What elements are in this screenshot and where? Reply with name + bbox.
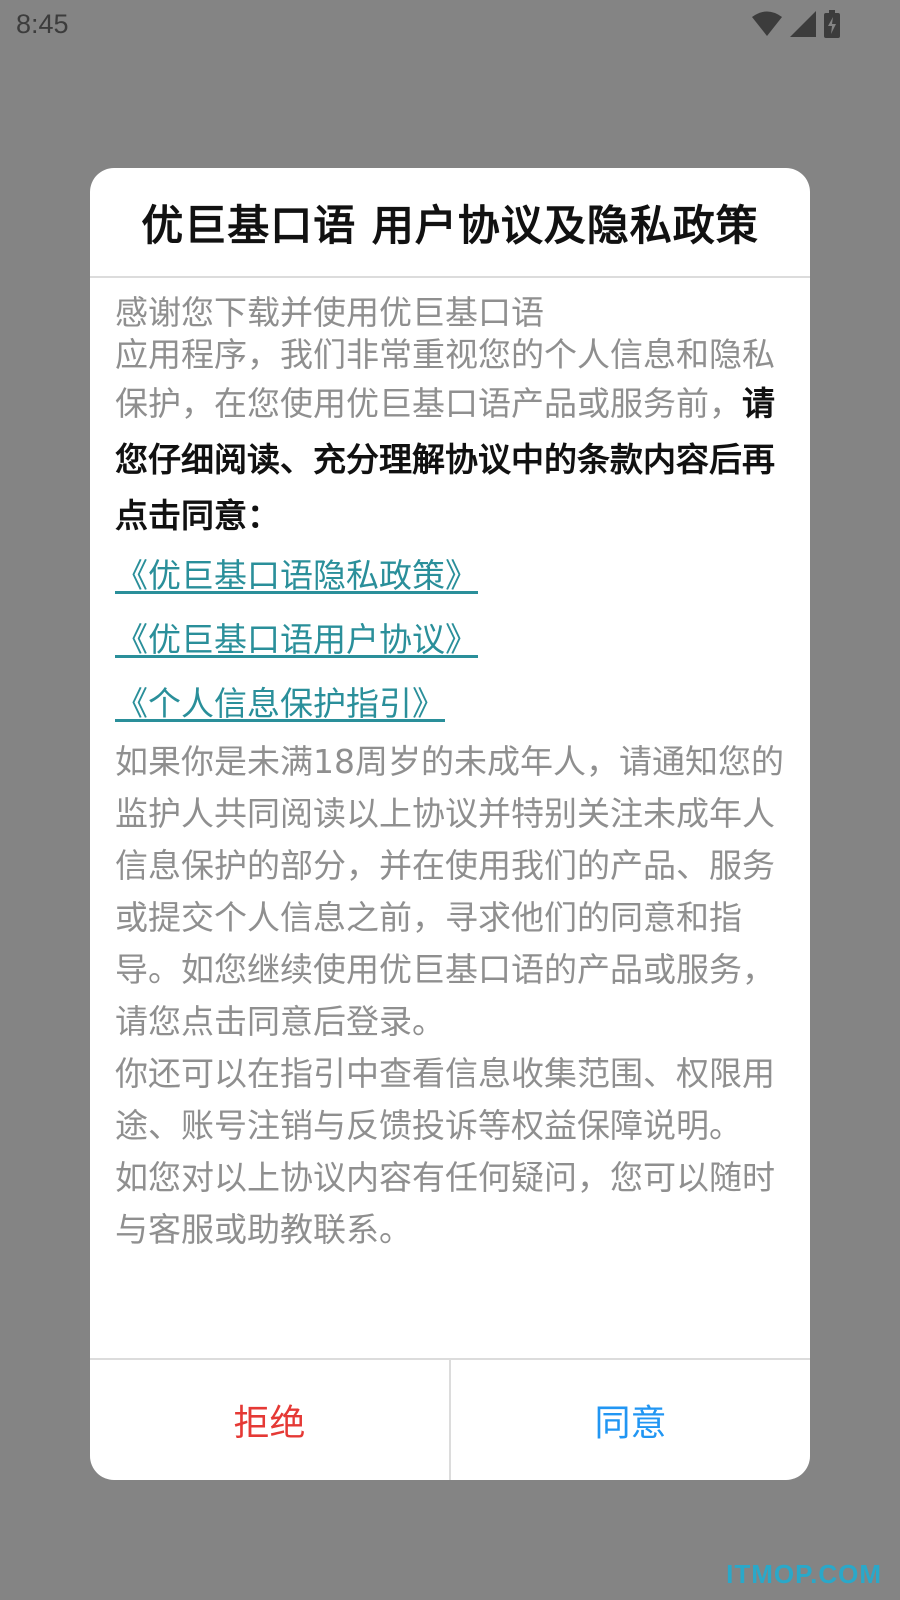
minor-notice-paragraph: 如果你是未满18周岁的未成年人，请通知您的监护人共同阅读以上协议并特别关注未成年… <box>115 742 784 1041</box>
cellular-signal-icon <box>790 11 816 41</box>
dialog-button-bar: 拒绝 同意 <box>90 1358 810 1480</box>
user-agreement-link[interactable]: 《优巨基口语用户协议》 <box>115 620 478 659</box>
privacy-dialog: 优巨基口语 用户协议及隐私政策 感谢您下载并使用优巨基口语 应用程序，我们非常重… <box>90 168 810 1480</box>
link-row-privacy-policy: 《优巨基口语隐私政策》 <box>115 544 787 608</box>
privacy-policy-link[interactable]: 《优巨基口语隐私政策》 <box>115 556 478 595</box>
battery-charging-icon <box>824 10 840 42</box>
intro-text: 感谢您下载并使用优巨基口语 应用程序，我们非常重视您的个人信息和隐私保护，在您使… <box>115 292 787 544</box>
title-divider <box>90 276 810 278</box>
intro-line-2: 应用程序，我们非常重视您的个人信息和隐私保护，在您使用优巨基口语产品或服务前， <box>115 335 775 423</box>
link-row-personal-info-guide: 《个人信息保护指引》 <box>115 672 787 736</box>
dialog-title: 优巨基口语 用户协议及隐私政策 <box>141 200 759 250</box>
screen: 8:45 优巨基口语 用户协议及隐私政策 感谢您下载并使用优巨基口语 应用程序，… <box>0 0 900 1600</box>
watermark: ITMOP.COM <box>726 1559 882 1589</box>
rights-paragraph: 你还可以在指引中查看信息收集范围、权限用途、账号注销与反馈投诉等权益保障说明。 <box>115 1054 775 1145</box>
dialog-body: 感谢您下载并使用优巨基口语 应用程序，我们非常重视您的个人信息和隐私保护，在您使… <box>115 292 787 1256</box>
status-time: 8:45 <box>16 9 69 39</box>
intro-line-1: 感谢您下载并使用优巨基口语 <box>115 293 544 332</box>
wifi-icon <box>752 11 782 41</box>
personal-info-guide-link[interactable]: 《个人信息保护指引》 <box>115 684 445 723</box>
status-icons <box>752 10 840 42</box>
link-row-user-agreement: 《优巨基口语用户协议》 <box>115 608 787 672</box>
contact-paragraph: 如您对以上协议内容有任何疑问，您可以随时与客服或助教联系。 <box>115 1158 775 1249</box>
agree-button[interactable]: 同意 <box>451 1360 810 1480</box>
reject-button[interactable]: 拒绝 <box>90 1360 451 1480</box>
status-bar: 8:45 <box>0 0 900 50</box>
